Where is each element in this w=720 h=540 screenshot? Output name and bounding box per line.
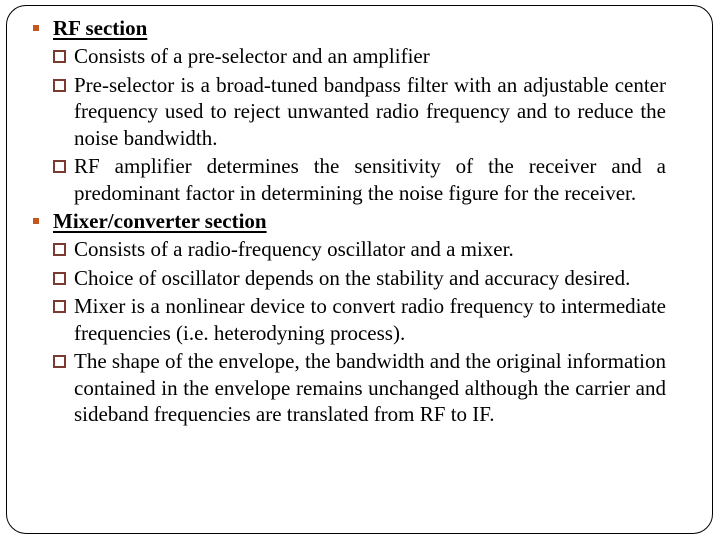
hollow-square-bullet-icon <box>53 300 66 313</box>
square-bullet-icon <box>33 25 39 31</box>
hollow-square-bullet-icon <box>53 50 66 63</box>
hollow-square-bullet-icon <box>53 271 66 285</box>
hollow-square-bullet-icon <box>53 78 66 92</box>
list-item: RF amplifier determines the sensitivity … <box>30 153 666 206</box>
list-item-text: The shape of the envelope, the bandwidth… <box>74 349 666 426</box>
list-item-text: Choice of oscillator depends on the stab… <box>74 265 631 290</box>
list-item: Mixer is a nonlinear device to convert r… <box>30 293 666 346</box>
hollow-square-bullet-icon <box>53 160 66 173</box>
list-item-text: Pre-selector is a broad-tuned bandpass f… <box>74 72 666 150</box>
list-item-text: Consists of a pre-selector and an amplif… <box>74 44 430 68</box>
list-item: Consists of a pre-selector and an amplif… <box>30 43 666 70</box>
section-heading: RF section <box>30 15 666 42</box>
section-rf: RF section Consists of a pre-selector an… <box>30 15 666 206</box>
list-item-text: Consists of a radio-frequency oscillator… <box>74 237 514 261</box>
hollow-square-bullet-icon <box>53 243 66 256</box>
hollow-square-bullet-icon <box>53 355 66 368</box>
list-item: The shape of the envelope, the bandwidth… <box>30 348 666 428</box>
list-item-text: RF amplifier determines the sensitivity … <box>74 154 666 205</box>
section-title: Mixer/converter section <box>53 209 267 233</box>
section-heading: Mixer/converter section <box>30 208 666 235</box>
square-bullet-icon <box>33 218 39 224</box>
list-item: Consists of a radio-frequency oscillator… <box>30 236 666 263</box>
section-mixer: Mixer/converter section Consists of a ra… <box>30 208 666 428</box>
list-item-text: Mixer is a nonlinear device to convert r… <box>74 294 666 345</box>
slide-content: RF section Consists of a pre-selector an… <box>30 15 666 430</box>
list-item: Choice of oscillator depends on the stab… <box>30 265 666 292</box>
section-title: RF section <box>53 16 148 40</box>
list-item: Pre-selector is a broad-tuned bandpass f… <box>30 72 666 152</box>
